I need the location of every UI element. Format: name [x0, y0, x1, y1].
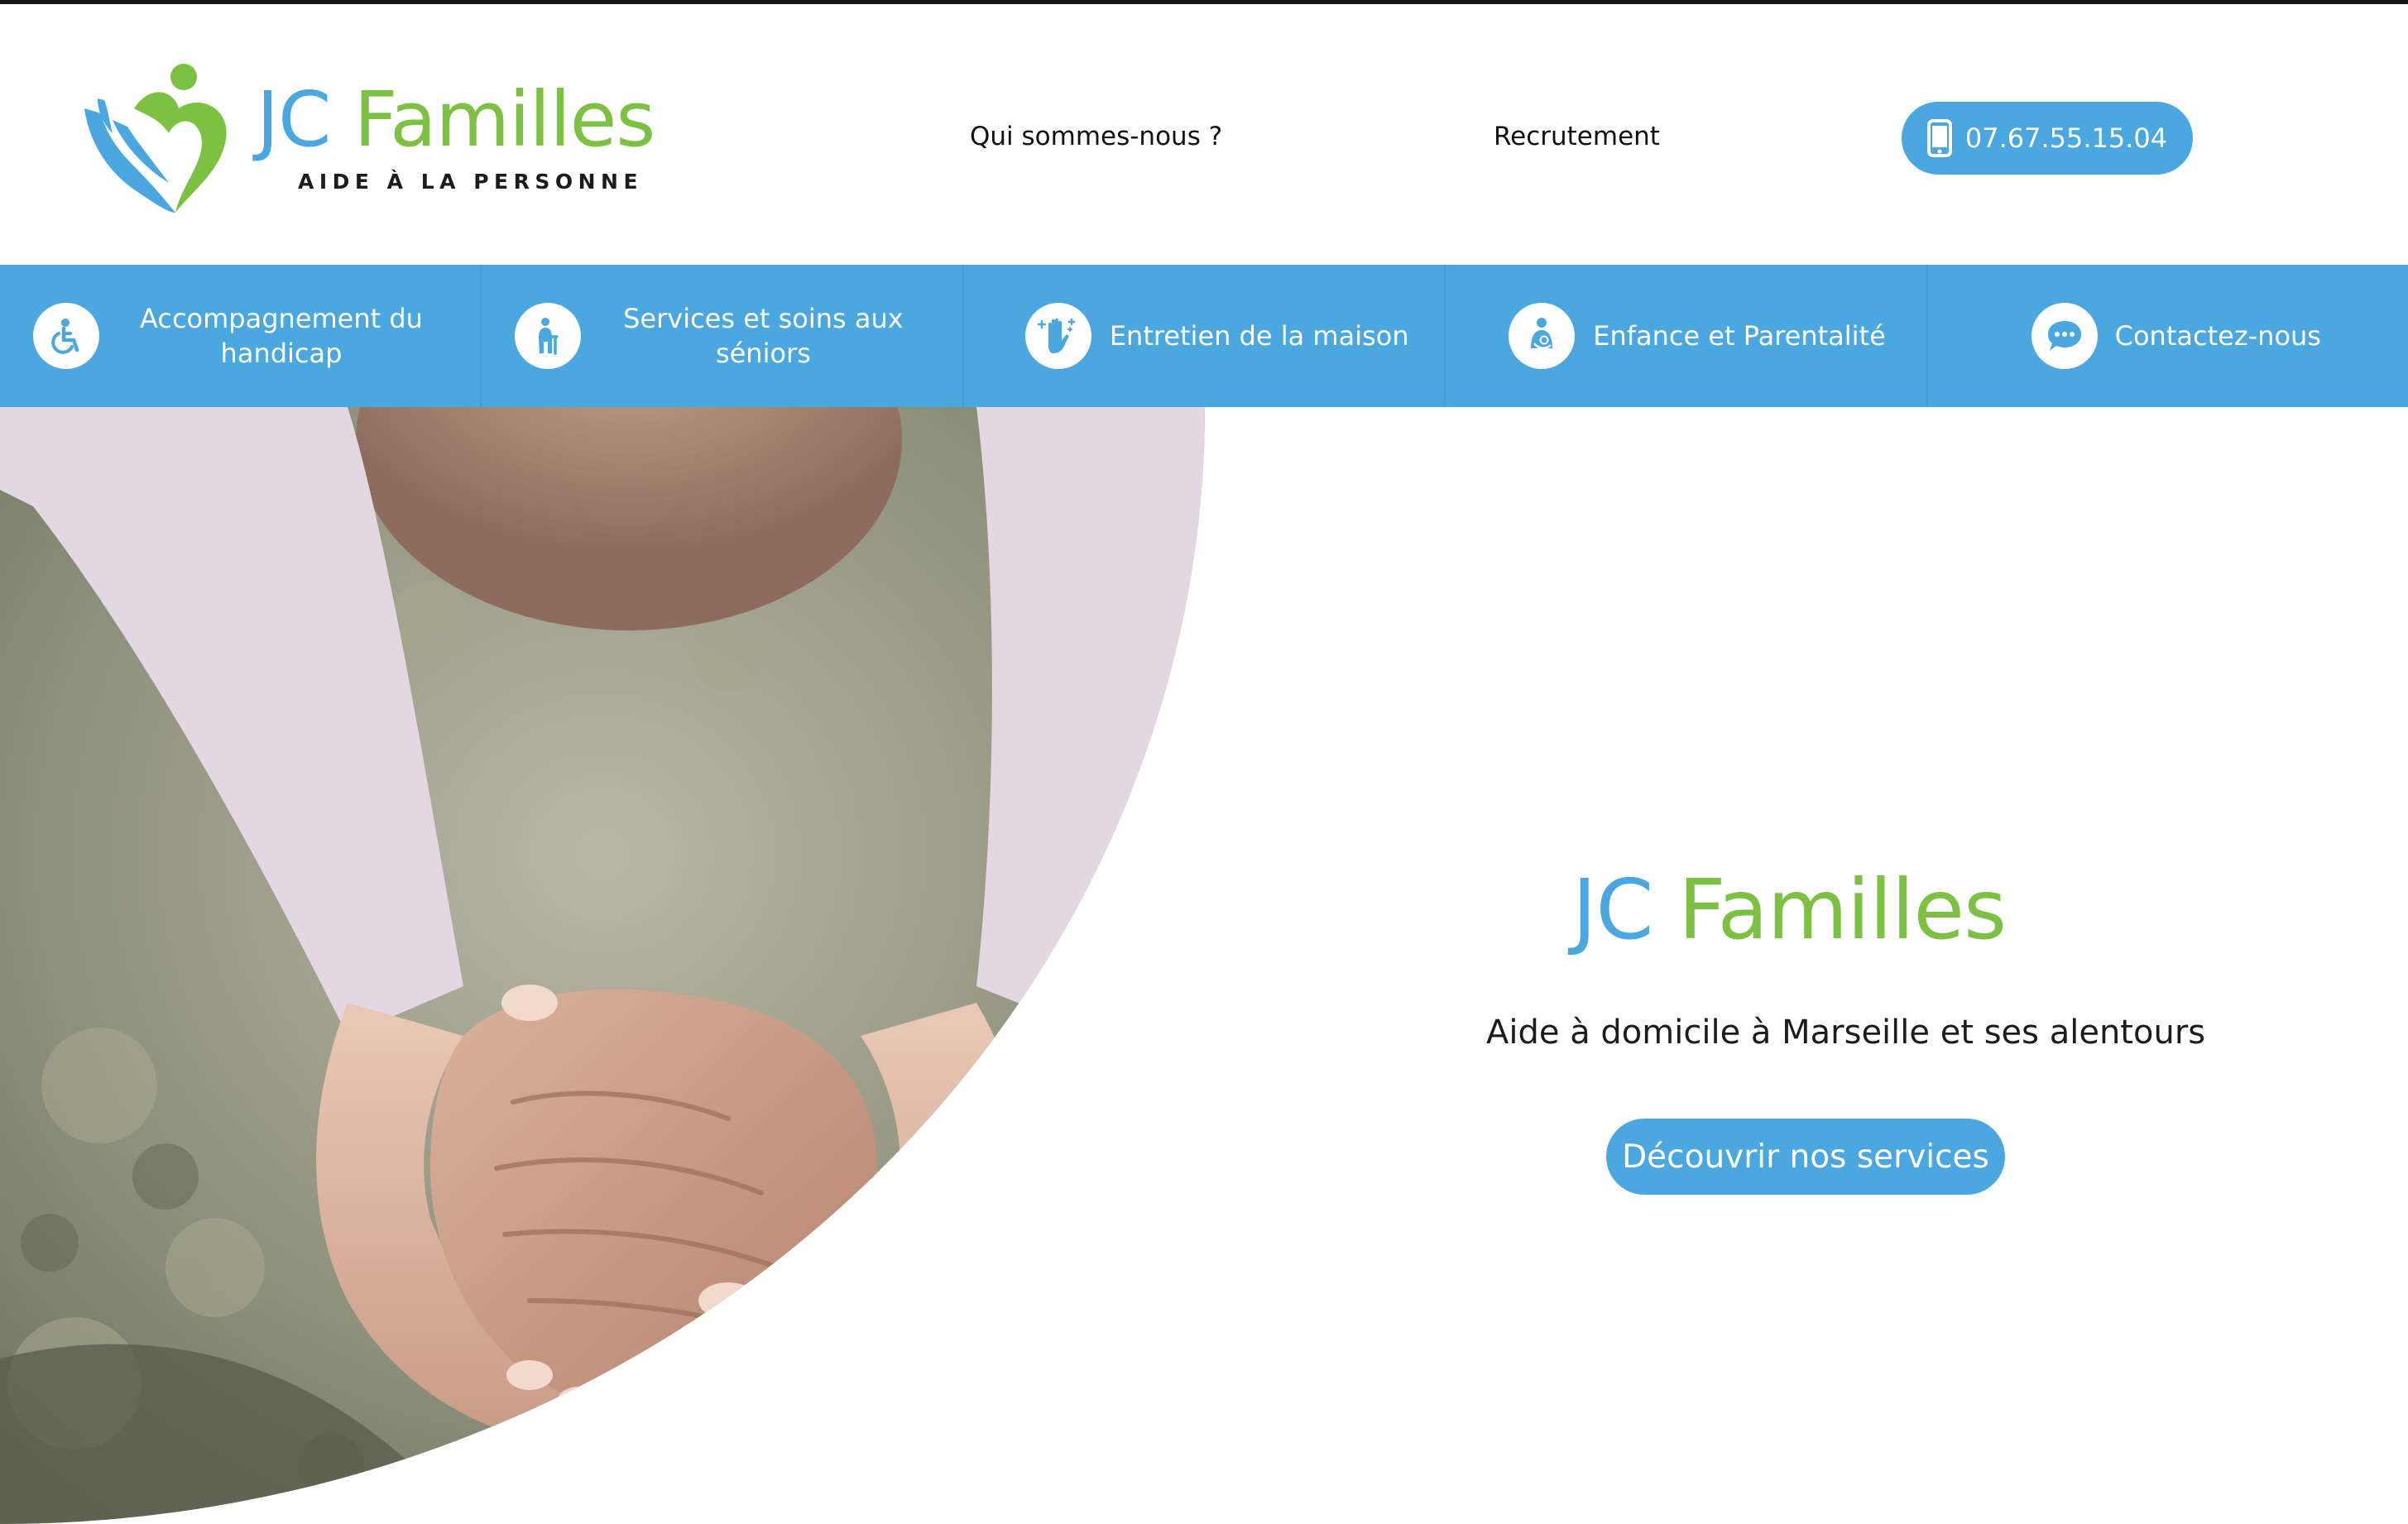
site-logo[interactable]: JC Familles AIDE À LA PERSONNE: [76, 50, 655, 224]
logo-name-familles: Familles: [353, 75, 656, 164]
service-housekeeping[interactable]: Entretien de la maison: [964, 265, 1446, 407]
service-seniors[interactable]: Services et soins aux séniors: [482, 265, 964, 407]
hero-title: JC Familles: [1572, 860, 2069, 960]
heart-hands-logo-icon: [84, 64, 227, 213]
phone-number: 07.67.55.15.04: [1964, 122, 2168, 154]
parent-child-icon: [1509, 303, 1576, 369]
senior-person-icon: [515, 303, 582, 369]
logo-tagline: AIDE À LA PERSONNE: [298, 170, 644, 194]
logo-name-jc: JC: [257, 75, 331, 164]
service-label: Services et soins aux séniors: [623, 303, 904, 369]
chat-bubble-icon: [2031, 303, 2098, 369]
service-label: Entretien de la maison: [1109, 320, 1409, 352]
nav-link-about[interactable]: Qui sommes-nous ?: [970, 120, 1222, 153]
discover-services-button[interactable]: Découvrir nos services: [1606, 1119, 2005, 1195]
hero-photo: [0, 407, 1205, 1524]
service-childhood[interactable]: Enfance et Parentalité: [1446, 265, 1928, 407]
service-label: Accompagnement du handicap: [140, 303, 423, 369]
service-handicap[interactable]: Accompagnement du handicap: [0, 265, 482, 407]
logo-name: JC Familles: [257, 79, 655, 161]
cleaning-hand-icon: [1024, 303, 1091, 369]
smartphone-icon: [1926, 119, 1952, 157]
site-header: JC Familles AIDE À LA PERSONNE Qui somme…: [0, 4, 2408, 265]
wheelchair-icon: [33, 303, 99, 369]
hero-title-familles: Familles: [1678, 861, 2007, 958]
hero-subtitle: Aide à domicile à Marseille et ses alent…: [1486, 1014, 2206, 1052]
services-nav: Accompagnement du handicap Services et s…: [0, 265, 2408, 407]
service-label: Contactez-nous: [2114, 320, 2321, 352]
phone-button[interactable]: 07.67.55.15.04: [1902, 102, 2193, 175]
service-contact[interactable]: Contactez-nous: [1928, 265, 2408, 407]
hands-holding-elderly-hands-photo: [0, 407, 1205, 1524]
service-label: Enfance et Parentalité: [1593, 320, 1886, 352]
hero-title-jc: JC: [1572, 861, 1653, 958]
nav-link-jobs[interactable]: Recrutement: [1494, 120, 1660, 153]
